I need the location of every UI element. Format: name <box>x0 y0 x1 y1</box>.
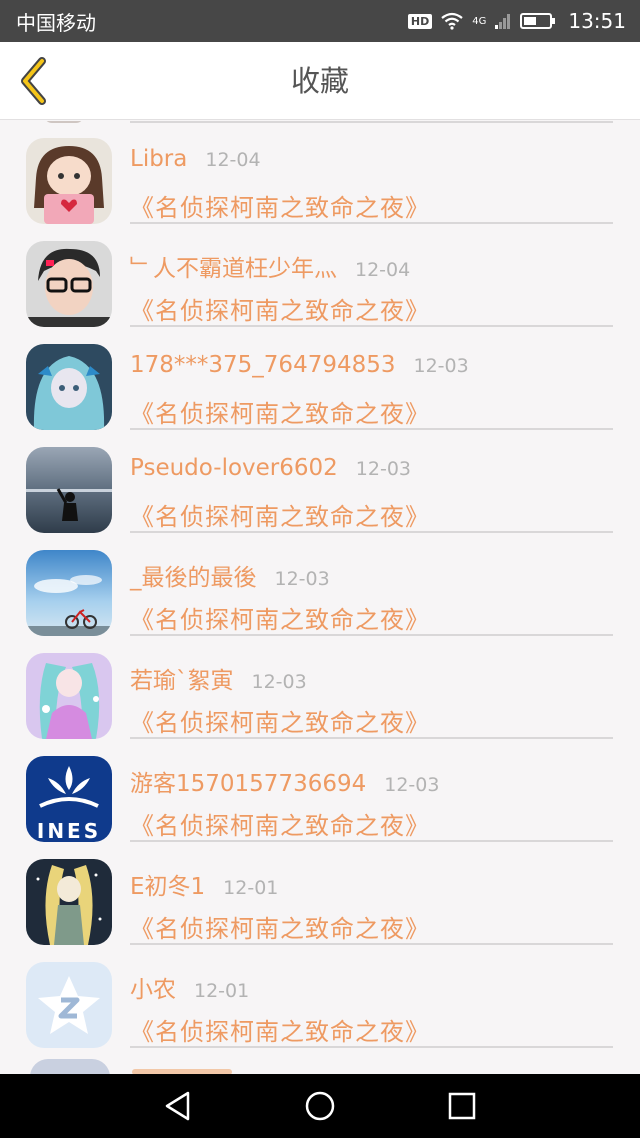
list-item[interactable]: Libra 12-04 《名侦探柯南之致命之夜》 <box>0 121 640 224</box>
battery-icon <box>520 13 556 29</box>
item-header: ﹂人不霸道枉少年灬 12-04 <box>130 249 410 283</box>
avatar[interactable]: INES <box>26 756 112 842</box>
username[interactable]: E初冬1 <box>130 867 205 901</box>
avatar[interactable] <box>26 447 112 533</box>
date: 12-03 <box>251 671 307 693</box>
avatar[interactable] <box>26 241 112 327</box>
date: 12-03 <box>413 355 469 377</box>
avatar[interactable] <box>26 859 112 945</box>
divider <box>130 1046 613 1048</box>
list-item[interactable]: 178***375_764794853 12-03 《名侦探柯南之致命之夜》 <box>0 327 640 430</box>
list-item[interactable]: 若瑜`絮寅 12-03 《名侦探柯南之致命之夜》 <box>0 636 640 739</box>
avatar[interactable] <box>26 550 112 636</box>
status-bar: 中国移动 HD 4G 13:51 <box>0 0 640 42</box>
item-header: Libra 12-04 <box>130 146 261 172</box>
list-item[interactable]: ﹂人不霸道枉少年灬 12-04 《名侦探柯南之致命之夜》 <box>0 224 640 327</box>
network-type: 4G <box>472 15 487 27</box>
movie-title[interactable]: 《名侦探柯南之致命之夜》 <box>130 600 430 635</box>
clock: 13:51 <box>568 9 626 33</box>
list-item[interactable]: Pseudo-lover6602 12-03 《名侦探柯南之致命之夜》 <box>0 430 640 533</box>
nav-bar: 收藏 <box>0 42 640 120</box>
avatar[interactable] <box>26 344 112 430</box>
movie-title[interactable]: 《名侦探柯南之致命之夜》 <box>130 394 430 429</box>
avatar[interactable] <box>26 138 112 224</box>
status-icons: HD 4G 13:51 <box>407 9 626 33</box>
item-header: 小农 12-01 <box>130 970 249 1004</box>
avatar[interactable] <box>26 653 112 739</box>
movie-title[interactable]: 《名侦探柯南之致命之夜》 <box>130 909 430 944</box>
list-item[interactable]: _最後的最後 12-03 《名侦探柯南之致命之夜》 <box>0 533 640 636</box>
item-header: _最後的最後 12-03 <box>130 558 330 592</box>
system-home-button[interactable] <box>300 1086 340 1126</box>
system-back-button[interactable] <box>158 1086 198 1126</box>
list-item[interactable]: 小农 12-01 《名侦探柯南之致命之夜》 <box>0 945 640 1048</box>
hd-badge: HD <box>407 13 433 29</box>
username[interactable]: Libra <box>130 146 187 172</box>
system-nav-bar <box>0 1074 640 1138</box>
wifi-icon <box>441 12 463 30</box>
item-header: 游客1570157736694 12-03 <box>130 764 439 798</box>
date: 12-01 <box>194 980 250 1002</box>
movie-title[interactable]: 《名侦探柯南之致命之夜》 <box>130 497 430 532</box>
movie-title[interactable]: 《名侦探柯南之致命之夜》 <box>130 188 430 223</box>
movie-title[interactable]: 《名侦探柯南之致命之夜》 <box>130 291 430 326</box>
square-recents-icon <box>448 1092 476 1120</box>
movie-title[interactable]: 《名侦探柯南之致命之夜》 <box>130 1012 430 1047</box>
item-header: 178***375_764794853 12-03 <box>130 352 469 378</box>
favorites-list[interactable]: Libra 12-04 《名侦探柯南之致命之夜》 ﹂人不霸道枉少年灬 12-04… <box>0 121 640 1074</box>
circle-home-icon <box>305 1091 335 1121</box>
system-recents-button[interactable] <box>442 1086 482 1126</box>
item-header: Pseudo-lover6602 12-03 <box>130 455 411 481</box>
carrier-name: 中国移动 <box>16 10 96 35</box>
date: 12-01 <box>223 877 279 899</box>
username[interactable]: 小农 <box>130 970 176 1004</box>
username[interactable]: 若瑜`絮寅 <box>130 661 234 695</box>
date: 12-04 <box>205 149 261 171</box>
date: 12-03 <box>355 458 412 480</box>
username[interactable]: Pseudo-lover6602 <box>130 455 338 481</box>
avatar[interactable] <box>26 962 112 1048</box>
username[interactable]: 178***375_764794853 <box>130 352 396 378</box>
list-item[interactable]: E初冬1 12-01 《名侦探柯南之致命之夜》 <box>0 842 640 945</box>
movie-title[interactable]: 《名侦探柯南之致命之夜》 <box>130 806 430 841</box>
signal-icon <box>495 14 511 29</box>
username[interactable]: ﹂人不霸道枉少年灬 <box>130 249 337 283</box>
username[interactable]: 游客1570157736694 <box>130 764 366 798</box>
item-header: 若瑜`絮寅 12-03 <box>130 661 307 695</box>
triangle-back-icon <box>165 1091 190 1121</box>
partial-avatar-bottom <box>30 1059 110 1074</box>
avatar-logo-text: INES <box>37 819 101 842</box>
date: 12-03 <box>274 568 330 590</box>
date: 12-03 <box>384 774 440 796</box>
page-title: 收藏 <box>290 64 349 98</box>
item-header: E初冬1 12-01 <box>130 867 278 901</box>
username[interactable]: _最後的最後 <box>130 558 257 592</box>
list-item[interactable]: INES 游客1570157736694 12-03 《名侦探柯南之致命之夜》 <box>0 739 640 842</box>
movie-title[interactable]: 《名侦探柯南之致命之夜》 <box>130 703 430 738</box>
date: 12-04 <box>355 259 411 281</box>
